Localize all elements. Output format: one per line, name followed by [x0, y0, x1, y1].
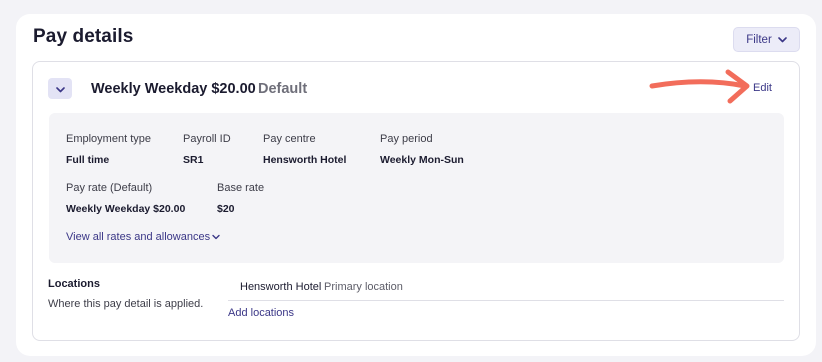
field-label: Pay rate (Default) — [66, 182, 153, 194]
primary-location-note: Primary location — [324, 281, 403, 293]
filter-label: Filter — [746, 33, 772, 46]
expand-toggle-button[interactable] — [48, 78, 72, 99]
field-label: Pay period — [380, 133, 433, 145]
field-value: Full time — [66, 154, 110, 166]
field-value: Weekly Mon-Sun — [380, 154, 464, 166]
field-value: Weekly Weekday $20.00 — [66, 203, 186, 215]
chevron-down-icon — [777, 34, 787, 46]
locations-label: Locations — [48, 278, 100, 290]
field-value: SR1 — [183, 154, 204, 166]
field-label: Pay centre — [263, 133, 316, 145]
field-pay-period: Pay period Weekly Mon-Sun — [380, 133, 464, 166]
default-tag: Default — [258, 81, 308, 97]
field-value: Hensworth Hotel — [263, 154, 347, 166]
field-label: Payroll ID — [183, 133, 231, 145]
divider — [228, 300, 784, 301]
annotation-arrow-icon — [649, 69, 750, 104]
field-payroll-id: Payroll ID SR1 — [183, 133, 231, 166]
pay-detail-card: Weekly Weekday $20.00 Default Edit Emplo… — [32, 61, 800, 341]
field-label: Base rate — [217, 182, 265, 194]
field-label: Employment type — [66, 133, 151, 145]
field-pay-centre: Pay centre Hensworth Hotel — [263, 133, 346, 166]
chevron-down-icon — [212, 231, 220, 243]
field-employment-type: Employment type Full time — [66, 133, 151, 166]
field-value: $20 — [217, 203, 235, 215]
location-name: Hensworth Hotel — [240, 281, 322, 293]
filter-button[interactable]: Filter — [733, 27, 800, 52]
pay-details-panel: Pay details Filter Weekly Weekday $20.00… — [16, 14, 816, 356]
page-title: Pay details — [33, 26, 134, 47]
view-rates-link[interactable]: View all rates and allowances — [66, 231, 220, 243]
view-rates-label: View all rates and allowances — [66, 231, 211, 243]
chevron-down-icon — [55, 80, 65, 98]
field-base-rate: Base rate $20 — [217, 182, 264, 215]
edit-link[interactable]: Edit — [753, 82, 772, 94]
details-section: Employment type Full time Payroll ID SR1… — [49, 113, 784, 263]
field-pay-rate: Pay rate (Default) Weekly Weekday $20.00 — [66, 182, 185, 215]
pay-detail-title: Weekly Weekday $20.00 — [91, 81, 256, 97]
add-locations-link[interactable]: Add locations — [228, 307, 294, 319]
locations-description: Where this pay detail is applied. — [48, 298, 204, 310]
